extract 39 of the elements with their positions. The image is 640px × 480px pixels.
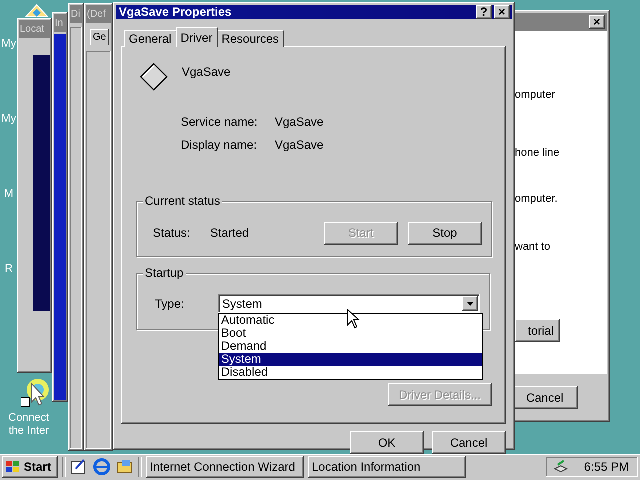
ok-button[interactable]: OK (350, 431, 424, 454)
text: omputer. (515, 193, 559, 207)
field-label: Service name: (181, 115, 259, 129)
taskbar-button[interactable]: Location Information (308, 456, 466, 478)
taskbar-button[interactable]: Internet Connection Wizard (146, 456, 304, 478)
field-value: VgaSave (275, 115, 325, 129)
group-title: Startup (143, 266, 186, 280)
flag-icon (5, 460, 21, 474)
group-title: Current status (143, 194, 222, 208)
network-icon[interactable] (553, 459, 569, 475)
field-value: VgaSave (275, 138, 325, 152)
window-title: VgaSave Properties (119, 5, 232, 19)
desktop-shortcut-icon[interactable] (70, 458, 88, 476)
clock: 6:55 PM (584, 460, 629, 474)
tab[interactable]: Resources (216, 30, 284, 47)
help-button[interactable]: ? (476, 5, 492, 19)
cancel-button[interactable]: Cancel (432, 431, 506, 454)
text: omputer (515, 89, 556, 103)
dropdown-option[interactable]: System (219, 353, 482, 366)
cancel-button[interactable]: Cancel (512, 386, 578, 409)
status-value: Started (210, 226, 250, 240)
tutorial-button[interactable]: torial (515, 319, 560, 342)
text: hone line (515, 147, 561, 161)
folder-icon[interactable] (116, 458, 134, 476)
close-button[interactable]: × (494, 5, 510, 19)
device-name: VgaSave (182, 65, 231, 79)
stop-button[interactable]: Stop (408, 222, 482, 244)
tab[interactable]: Ge (90, 29, 110, 45)
status-label: Status: (153, 226, 190, 240)
type-label: Type: (155, 296, 184, 310)
text: want to (515, 241, 552, 255)
start-button[interactable]: Start (2, 456, 58, 478)
diamond-icon (140, 63, 168, 91)
desktop-icon[interactable] (24, 3, 50, 17)
field-label: Display name: (181, 138, 258, 152)
connect-icon[interactable] (21, 376, 51, 408)
close-button[interactable]: × (589, 15, 605, 29)
tab[interactable]: Driver (176, 27, 218, 47)
tab[interactable]: General (124, 30, 177, 47)
